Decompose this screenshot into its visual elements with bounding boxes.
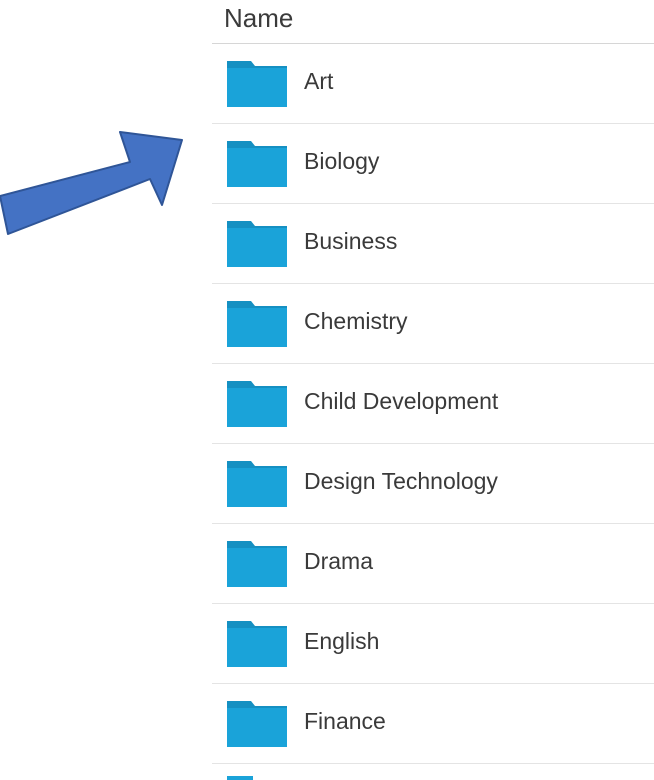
folder-icon xyxy=(227,61,287,107)
folder-icon xyxy=(227,301,287,347)
folder-icon xyxy=(227,141,287,187)
folder-name: Chemistry xyxy=(304,308,408,334)
folder-row[interactable]: Child Development xyxy=(212,364,654,444)
column-header-name[interactable]: Name xyxy=(212,0,654,44)
folder-name: Business xyxy=(304,228,398,254)
folder-name: Biology xyxy=(304,148,380,174)
folder-row[interactable]: Business xyxy=(212,204,654,284)
page: Name Art Biology Business Chemistry Child De… xyxy=(0,0,654,780)
folder-name: English xyxy=(304,628,380,654)
folder-icon-partial xyxy=(227,776,253,780)
folder-icon xyxy=(227,701,287,747)
folder-name: Drama xyxy=(304,548,374,574)
file-list: Name Art Biology Business Chemistry Child De… xyxy=(212,0,654,780)
folder-row[interactable]: Art xyxy=(212,44,654,124)
folder-row[interactable]: Design Technology xyxy=(212,444,654,524)
folder-icon xyxy=(227,381,287,427)
folder-name: Design Technology xyxy=(304,468,498,494)
folder-icon xyxy=(227,221,287,267)
folder-name: Art xyxy=(304,68,334,94)
folder-name: Finance xyxy=(304,708,386,734)
folder-row[interactable]: Finance xyxy=(212,684,654,764)
folder-row[interactable]: Biology xyxy=(212,124,654,204)
folder-rows: Art Biology Business Chemistry Child Develop… xyxy=(212,44,654,764)
column-header-label: Name xyxy=(224,3,294,33)
folder-row[interactable]: Chemistry xyxy=(212,284,654,364)
folder-row[interactable]: English xyxy=(212,604,654,684)
folder-icon xyxy=(227,541,287,587)
folder-icon xyxy=(227,461,287,507)
folder-name: Child Development xyxy=(304,388,499,414)
folder-icon xyxy=(227,621,287,667)
folder-row[interactable]: Drama xyxy=(212,524,654,604)
annotation-arrow-icon xyxy=(0,131,183,235)
